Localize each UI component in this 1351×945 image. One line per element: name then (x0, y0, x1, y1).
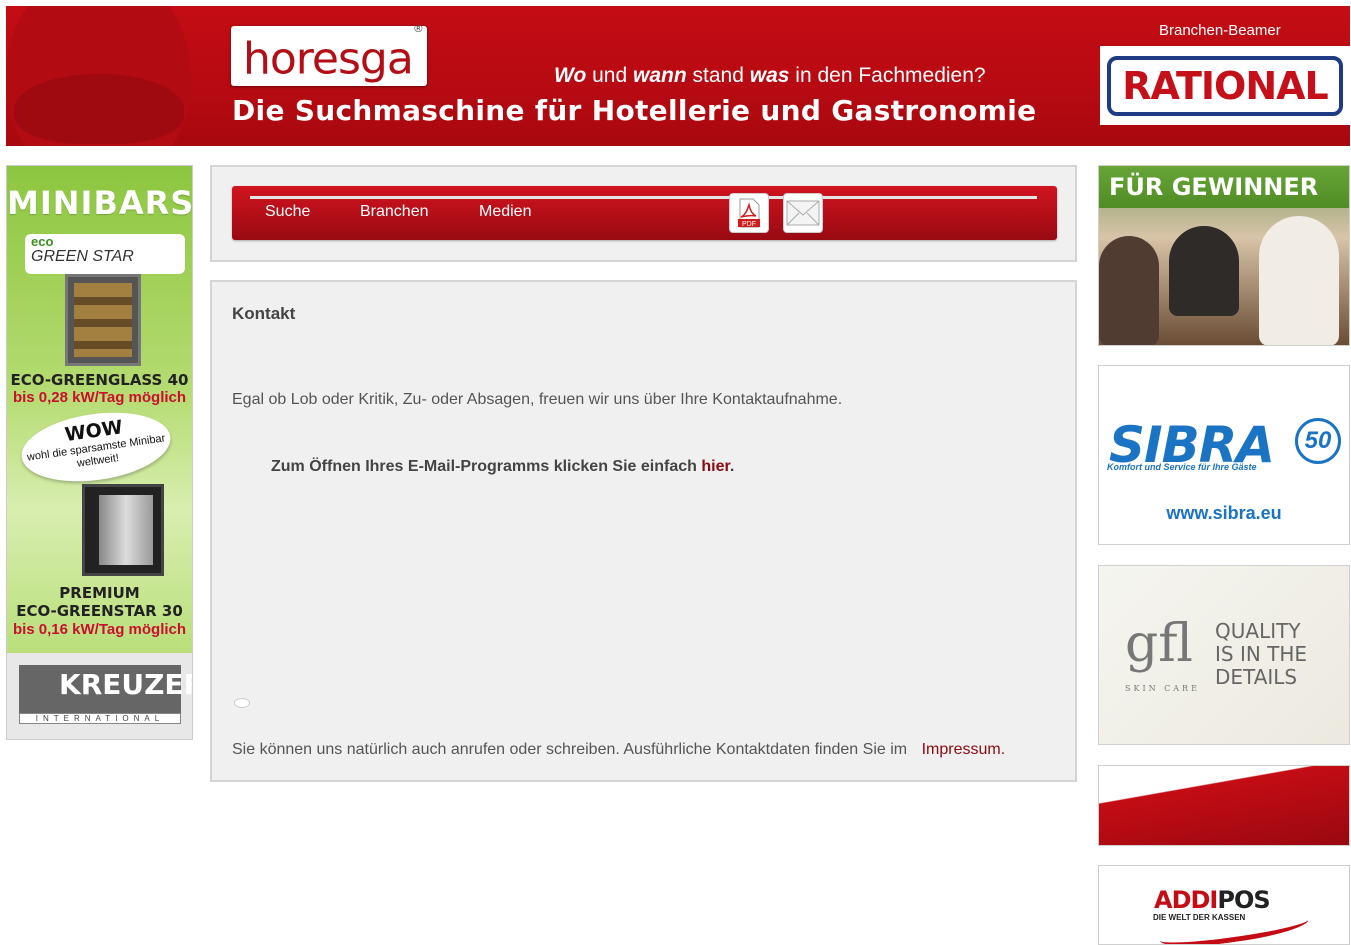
logo-text: horesga (243, 33, 414, 85)
sibra-ad[interactable]: SIBRA 50 Komfort und Service für Ihre Gä… (1098, 365, 1350, 545)
logo-registered-mark: ® (412, 22, 424, 35)
photo-person-right (1259, 216, 1339, 345)
gfl-ad[interactable]: gfl SKIN CARE QUALITY IS IN THE DETAILS (1098, 565, 1350, 745)
site-header: horesga® Wo und wann stand was in den Fa… (6, 6, 1350, 146)
email-instruction-end: . (729, 458, 735, 475)
glass-minibar-image (65, 274, 141, 366)
email-link-hier[interactable]: hier (701, 458, 729, 475)
contact-footer-text: Sie können uns natürlich auch anrufen od… (232, 741, 908, 758)
sibra-50-badge: 50 (1295, 418, 1341, 464)
red-ad-banner[interactable] (1098, 765, 1350, 846)
model1-note: bis 0,28 kW/Tag möglich (12, 389, 187, 406)
contact-intro-text: Egal ob Lob oder Kritik, Zu- oder Absage… (232, 391, 843, 408)
model2-note: bis 0,16 kW/Tag möglich (12, 621, 187, 638)
minibars-ad-banner[interactable]: MINIBARS eco GREEN STAR ECO-GREENGLASS 4… (6, 165, 193, 740)
branchen-beamer-label: Branchen-Beamer (1159, 22, 1281, 39)
navigation-panel: Suche Branchen Medien PDF (210, 165, 1077, 262)
minibars-title: MINIBARS (7, 184, 193, 222)
greenstar-logo: eco GREEN STAR (25, 234, 185, 274)
wow-bubble: WOW wohl die sparsamste Minibar weltweit… (17, 403, 175, 491)
gfl-slogan: QUALITY IS IN THE DETAILS (1215, 619, 1308, 689)
fuer-gewinner-ad[interactable]: FÜR GEWINNER (1098, 165, 1350, 346)
impressum-link[interactable]: Impressum. (922, 741, 1006, 758)
tagline: Wo und wann stand was in den Fachmedien? (554, 64, 986, 87)
horesga-logo[interactable]: horesga® (231, 22, 427, 86)
sibra-slogan: Komfort und Service für Ihre Gäste (1107, 462, 1257, 472)
rational-sponsor-banner[interactable]: RATIONAL (1100, 46, 1350, 125)
photo-person-left (1099, 236, 1159, 345)
rational-logo-text: RATIONAL (1122, 63, 1329, 108)
email-instruction: Zum Öffnen Ihres E-Mail-Programms klicke… (271, 458, 734, 476)
svg-text:PDF: PDF (742, 221, 756, 228)
page-title: Kontakt (232, 304, 296, 323)
kreuzer-logo: KREUZER INTERNATIONAL (7, 653, 192, 739)
model1-name: ECO-GREENGLASS 40 (10, 371, 189, 389)
contact-footer: Sie können uns natürlich auch anrufen od… (232, 741, 1005, 759)
addipos-ad[interactable]: ADDIPOS DIE WELT DER KASSEN (1098, 865, 1350, 945)
model2-line2: ECO-GREENSTAR 30 (16, 602, 183, 620)
nav-item-medien[interactable]: Medien (479, 203, 531, 221)
nav-item-suche[interactable]: Suche (265, 203, 310, 221)
eye-graphic (6, 6, 191, 146)
loading-indicator-icon (234, 698, 250, 708)
model2-line1: PREMIUM (59, 584, 140, 602)
email-instruction-text: Zum Öffnen Ihres E-Mail-Programms klicke… (271, 458, 697, 475)
premium-minibar-image (82, 484, 164, 576)
pdf-icon[interactable]: PDF (729, 193, 769, 233)
nav-item-branchen[interactable]: Branchen (360, 203, 429, 221)
gfl-subtitle: SKIN CARE (1125, 684, 1200, 693)
main-nav-bar: Suche Branchen Medien PDF (232, 186, 1057, 240)
mail-icon[interactable] (783, 193, 823, 233)
photo-person-middle (1169, 226, 1239, 316)
gewinner-title: FÜR GEWINNER (1099, 166, 1349, 208)
headline: Die Suchmaschine für Hotellerie und Gast… (232, 94, 1037, 127)
addipos-logo: ADDIPOS (1154, 886, 1271, 914)
contact-content-panel: Kontakt Egal ob Lob oder Kritik, Zu- ode… (210, 280, 1077, 782)
sibra-url: www.sibra.eu (1166, 503, 1282, 523)
gfl-logo: gfl (1125, 614, 1193, 674)
